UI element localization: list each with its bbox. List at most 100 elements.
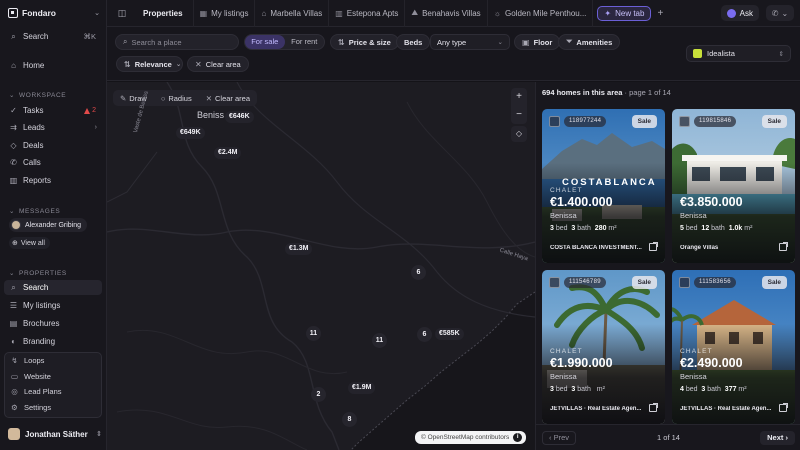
map-view[interactable]: ✎ Draw ○ Radius ✕ Clear area + − ◇ Beniss V…: [107, 82, 535, 450]
tab-benahavis-villas[interactable]: ⛰ Benahavis Villas: [405, 0, 488, 27]
sidebar-item-calls[interactable]: ✆ Calls: [4, 155, 102, 170]
listing-ref: 118977244: [564, 116, 607, 127]
phone-icon: ✆: [771, 8, 779, 18]
listing-card[interactable]: 119815846 Sale €3.850.000 Benissa 5 bed …: [672, 109, 795, 263]
beds-filter[interactable]: Beds: [396, 34, 431, 50]
compass-button[interactable]: ◇: [511, 126, 527, 142]
avatar: [8, 428, 20, 440]
sort-select[interactable]: ⇅ Relevance ⌄: [116, 56, 183, 72]
tab-my-listings[interactable]: ▦ My listings: [194, 0, 256, 27]
price-marker[interactable]: €1.9M: [348, 382, 376, 394]
view-all-button[interactable]: ⊕ View all: [9, 237, 50, 249]
idealista-logo-icon: [693, 49, 702, 58]
phone-button[interactable]: ✆ ⌄: [766, 5, 794, 21]
website-icon: ▭: [10, 371, 19, 381]
external-link-icon[interactable]: [779, 403, 788, 412]
map-attribution[interactable]: © OpenStreetMap contributors i: [415, 431, 527, 444]
search-icon: ⌕: [11, 31, 16, 41]
sidebar: Fondaro ⌄ ⌕ Search ⌘K ⌂ Home ⌄ WORKSPACE…: [0, 0, 107, 450]
sidebar-toggle-icon[interactable]: ◫: [111, 8, 133, 19]
sidebar-item-label: Tasks: [23, 106, 44, 115]
price-size-filter[interactable]: ⇅ Price & size: [330, 34, 399, 50]
menu-item-loops[interactable]: ↯ Loops: [5, 353, 101, 369]
listing-town: Benissa: [680, 211, 707, 220]
listing-card[interactable]: 111546789 Sale CHALET €1.990.000 Benissa…: [542, 270, 665, 424]
search-shortcut: ⌘K: [83, 32, 96, 41]
add-tab-button[interactable]: +: [657, 8, 663, 19]
filter-label: Amenities: [576, 37, 613, 47]
listing-price: €2.490.000: [680, 356, 743, 370]
cluster-marker[interactable]: 8: [342, 412, 357, 427]
workspace-switcher[interactable]: Fondaro ⌄: [8, 6, 100, 20]
external-link-icon[interactable]: [649, 403, 658, 412]
section-properties: ⌄ PROPERTIES: [9, 269, 67, 278]
tab-marbella-villas[interactable]: ⌂ Marbella Villas: [255, 0, 330, 27]
tab-golden-mile[interactable]: ☼ Golden Mile Penthou...: [488, 0, 594, 27]
status-badge: Sale: [631, 276, 657, 289]
chevron-down-icon: ⌄: [781, 8, 789, 18]
cluster-marker[interactable]: 11: [306, 326, 321, 341]
tab-new[interactable]: ✦ New tab: [597, 5, 652, 21]
sidebar-item-deals[interactable]: ◇ Deals: [4, 138, 102, 153]
clear-area-tool[interactable]: ✕ Clear area: [199, 94, 257, 103]
sidebar-item-brochures[interactable]: ▤ Brochures: [4, 316, 102, 331]
listing-card[interactable]: COSTABLANCA 118977244 Sale CHALET €1.400…: [542, 109, 665, 263]
price-marker[interactable]: €646K: [225, 111, 254, 123]
select-checkbox[interactable]: [679, 277, 690, 288]
zoom-in-button[interactable]: +: [516, 88, 522, 106]
cluster-marker[interactable]: 11: [372, 333, 387, 348]
sidebar-item-leads[interactable]: ⇉ Leads ›: [4, 120, 102, 135]
listing-price: €1.400.000: [550, 195, 613, 209]
cluster-marker[interactable]: 2: [311, 387, 326, 402]
sidebar-item-tasks[interactable]: ✓ Tasks 2: [4, 103, 102, 118]
ask-button[interactable]: Ask: [720, 5, 759, 21]
external-link-icon[interactable]: [779, 242, 788, 251]
section-workspace: ⌄ WORKSPACE: [9, 91, 66, 100]
user-menu[interactable]: Jonathan Säther ⇕: [8, 427, 102, 441]
tab-properties[interactable]: Properties: [133, 0, 194, 27]
sidebar-item-property-search[interactable]: ⌕ Search: [4, 280, 102, 295]
sort-value: Relevance: [134, 59, 172, 69]
price-marker[interactable]: €2.4M: [214, 147, 242, 159]
beds-value: 3: [550, 386, 554, 393]
for-sale-option[interactable]: For sale: [245, 35, 285, 49]
results-panel: 694 homes in this area · page 1 of 14 CO…: [535, 82, 800, 450]
select-checkbox[interactable]: [679, 116, 690, 127]
place-search-input[interactable]: ⌕ Search a place: [115, 34, 239, 50]
tab-estepona-apts[interactable]: ▥ Estepona Apts: [329, 0, 406, 27]
for-rent-option[interactable]: For rent: [285, 35, 325, 49]
price-marker[interactable]: €585K: [435, 328, 464, 340]
next-page-button[interactable]: Next ›: [760, 431, 795, 445]
collapse-icon: ⌄: [9, 208, 16, 215]
price-marker[interactable]: €649K: [176, 127, 205, 139]
info-icon[interactable]: i: [513, 433, 523, 442]
menu-item-website[interactable]: ▭ Website: [5, 369, 101, 385]
sidebar-item-reports[interactable]: ▥ Reports: [4, 173, 102, 188]
cluster-marker[interactable]: 6: [417, 327, 432, 342]
property-type-select[interactable]: Any type ⌄: [430, 34, 510, 50]
source-select[interactable]: Idealista ⇕: [686, 45, 791, 62]
tab-label: Properties: [143, 8, 183, 18]
building-icon: ▥: [335, 8, 343, 18]
sidebar-item-branding[interactable]: ◐ Branding: [4, 334, 102, 349]
sidebar-search[interactable]: ⌕ Search ⌘K: [4, 29, 102, 44]
price-marker[interactable]: €1.3M: [285, 243, 313, 255]
menu-item-lead-plans[interactable]: ◎ Lead Plans: [5, 384, 101, 400]
menu-item-settings[interactable]: ⚙ Settings: [5, 400, 101, 416]
contact-chip[interactable]: Alexander Gribing: [9, 218, 88, 232]
clear-area-button[interactable]: ✕ Clear area: [187, 56, 249, 72]
external-link-icon[interactable]: [649, 242, 658, 251]
chevron-updown-icon: ⇕: [778, 50, 784, 58]
sidebar-item-my-listings[interactable]: ☰ My listings: [4, 298, 102, 313]
select-checkbox[interactable]: [549, 116, 560, 127]
pagination: ‹ Prev 1 of 14 Next ›: [536, 424, 800, 450]
amenities-filter[interactable]: ⏷ Amenities: [558, 34, 621, 50]
cluster-marker[interactable]: 6: [411, 265, 426, 280]
zoom-out-button[interactable]: −: [516, 106, 522, 124]
sidebar-item-home[interactable]: ⌂ Home: [4, 58, 102, 73]
sidebar-search-label: Search: [23, 32, 49, 41]
select-checkbox[interactable]: [549, 277, 560, 288]
floor-filter[interactable]: ▣ Floor: [514, 34, 561, 50]
radius-tool[interactable]: ○ Radius: [154, 94, 199, 103]
listing-card[interactable]: 111583656 Sale CHALET €2.490.000 Benissa…: [672, 270, 795, 424]
